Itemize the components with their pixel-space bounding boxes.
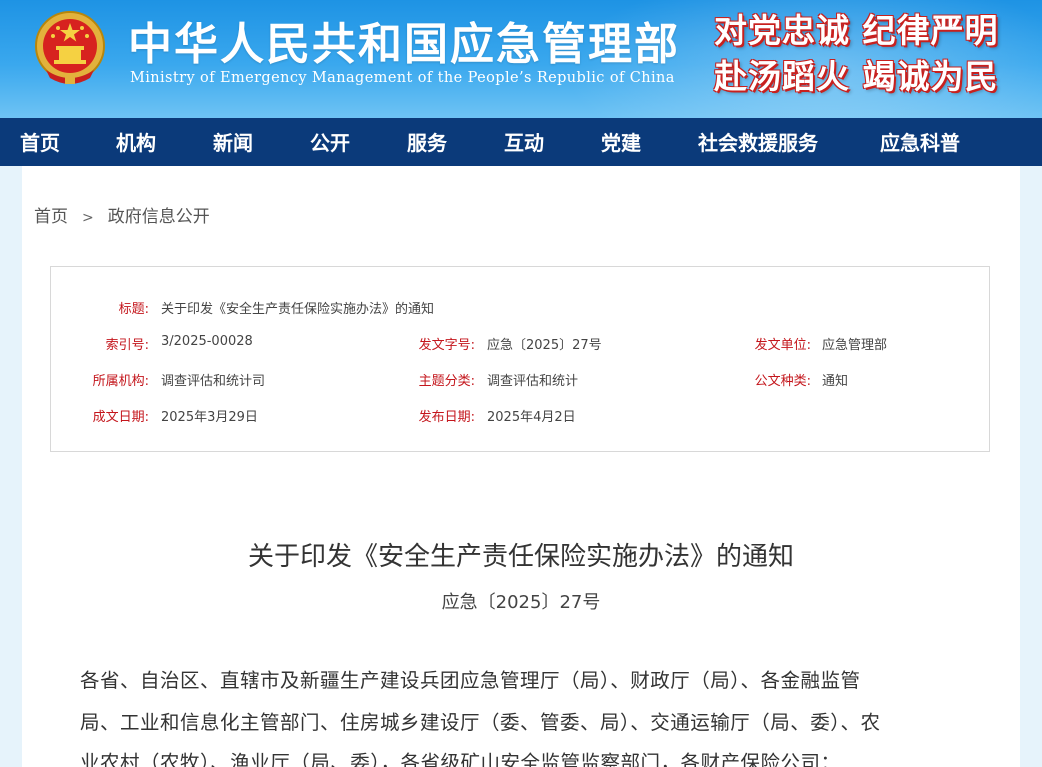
document-body-line: 各省、自治区、直辖市及新疆生产建设兵团应急管理厅（局）、财政厅（局）、各金融监管 — [80, 669, 861, 692]
meta-title-value: 关于印发《安全生产责任保险实施办法》的通知 — [161, 302, 435, 317]
nav-item-news[interactable]: 新闻 — [213, 118, 253, 166]
breadcrumb-separator: > — [82, 210, 94, 226]
slogan-line-2: 赴汤蹈火 竭诚为民 — [714, 57, 999, 96]
document-metadata-box: 标题: 关于印发《安全生产责任保险实施办法》的通知 索引号: 3/2025-00… — [50, 266, 990, 452]
breadcrumb-home[interactable]: 首页 — [34, 207, 68, 227]
national-emblem-icon[interactable] — [32, 8, 108, 88]
meta-title-label: 标题: — [118, 302, 149, 317]
document-body-line: 业农村（农牧）、渔业厅（局、委），各省级矿山安全监管监察部门，各财产保险公司： — [80, 751, 841, 767]
nav-item-science[interactable]: 应急科普 — [880, 118, 960, 166]
meta-published-label: 发布日期: — [418, 410, 475, 425]
main-nav: 首页 机构 新闻 公开 服务 互动 党建 社会救援服务 应急科普 — [0, 118, 1042, 166]
nav-item-organization[interactable]: 机构 — [116, 118, 156, 166]
document-title: 关于印发《安全生产责任保险实施办法》的通知 — [247, 542, 794, 572]
main-content: 首页 > 政府信息公开 标题: 关于印发《安全生产责任保险实施办法》的通知 索引号:… — [22, 166, 1020, 767]
nav-item-home[interactable]: 首页 — [20, 118, 60, 166]
meta-docno-label: 发文字号: — [418, 338, 475, 353]
meta-issuer-label: 发文单位: — [754, 338, 811, 353]
slogan-line-1: 对党忠诚 纪律严明 — [714, 11, 999, 50]
meta-published-value: 2025年4月2日 — [487, 410, 576, 425]
nav-item-party-building[interactable]: 党建 — [601, 118, 641, 166]
breadcrumb: 首页 > 政府信息公开 — [34, 202, 210, 227]
nav-item-disclosure[interactable]: 公开 — [310, 118, 350, 166]
meta-created-label: 成文日期: — [92, 410, 149, 425]
meta-issuer-value: 应急管理部 — [822, 338, 888, 353]
document-body-line: 局、工业和信息化主管部门、住房城乡建设厅（委、管委、局）、交通运输厅（局、委）、… — [80, 711, 881, 734]
meta-topic-label: 主题分类: — [418, 374, 475, 389]
meta-index-label: 索引号: — [105, 338, 149, 353]
meta-topic-value: 调查评估和统计 — [487, 374, 579, 389]
meta-index-value: 3/2025-00028 — [161, 334, 253, 349]
meta-type-label: 公文种类: — [754, 374, 811, 389]
site-subtitle: Ministry of Emergency Management of the … — [130, 70, 675, 86]
document-number: 应急〔2025〕27号 — [441, 592, 601, 613]
site-title: 中华人民共和国应急管理部 — [128, 19, 680, 70]
nav-item-social-rescue[interactable]: 社会救援服务 — [698, 118, 818, 166]
meta-org-value: 调查评估和统计司 — [161, 374, 266, 389]
nav-item-interaction[interactable]: 互动 — [504, 118, 544, 166]
meta-type-value: 通知 — [822, 374, 849, 389]
meta-docno-value: 应急〔2025〕27号 — [487, 338, 602, 353]
site-header: 中华人民共和国应急管理部 Ministry of Emergency Manag… — [0, 0, 1042, 118]
nav-item-services[interactable]: 服务 — [407, 118, 447, 166]
meta-created-value: 2025年3月29日 — [161, 410, 258, 425]
breadcrumb-current[interactable]: 政府信息公开 — [108, 207, 210, 227]
meta-org-label: 所属机构: — [92, 374, 149, 389]
